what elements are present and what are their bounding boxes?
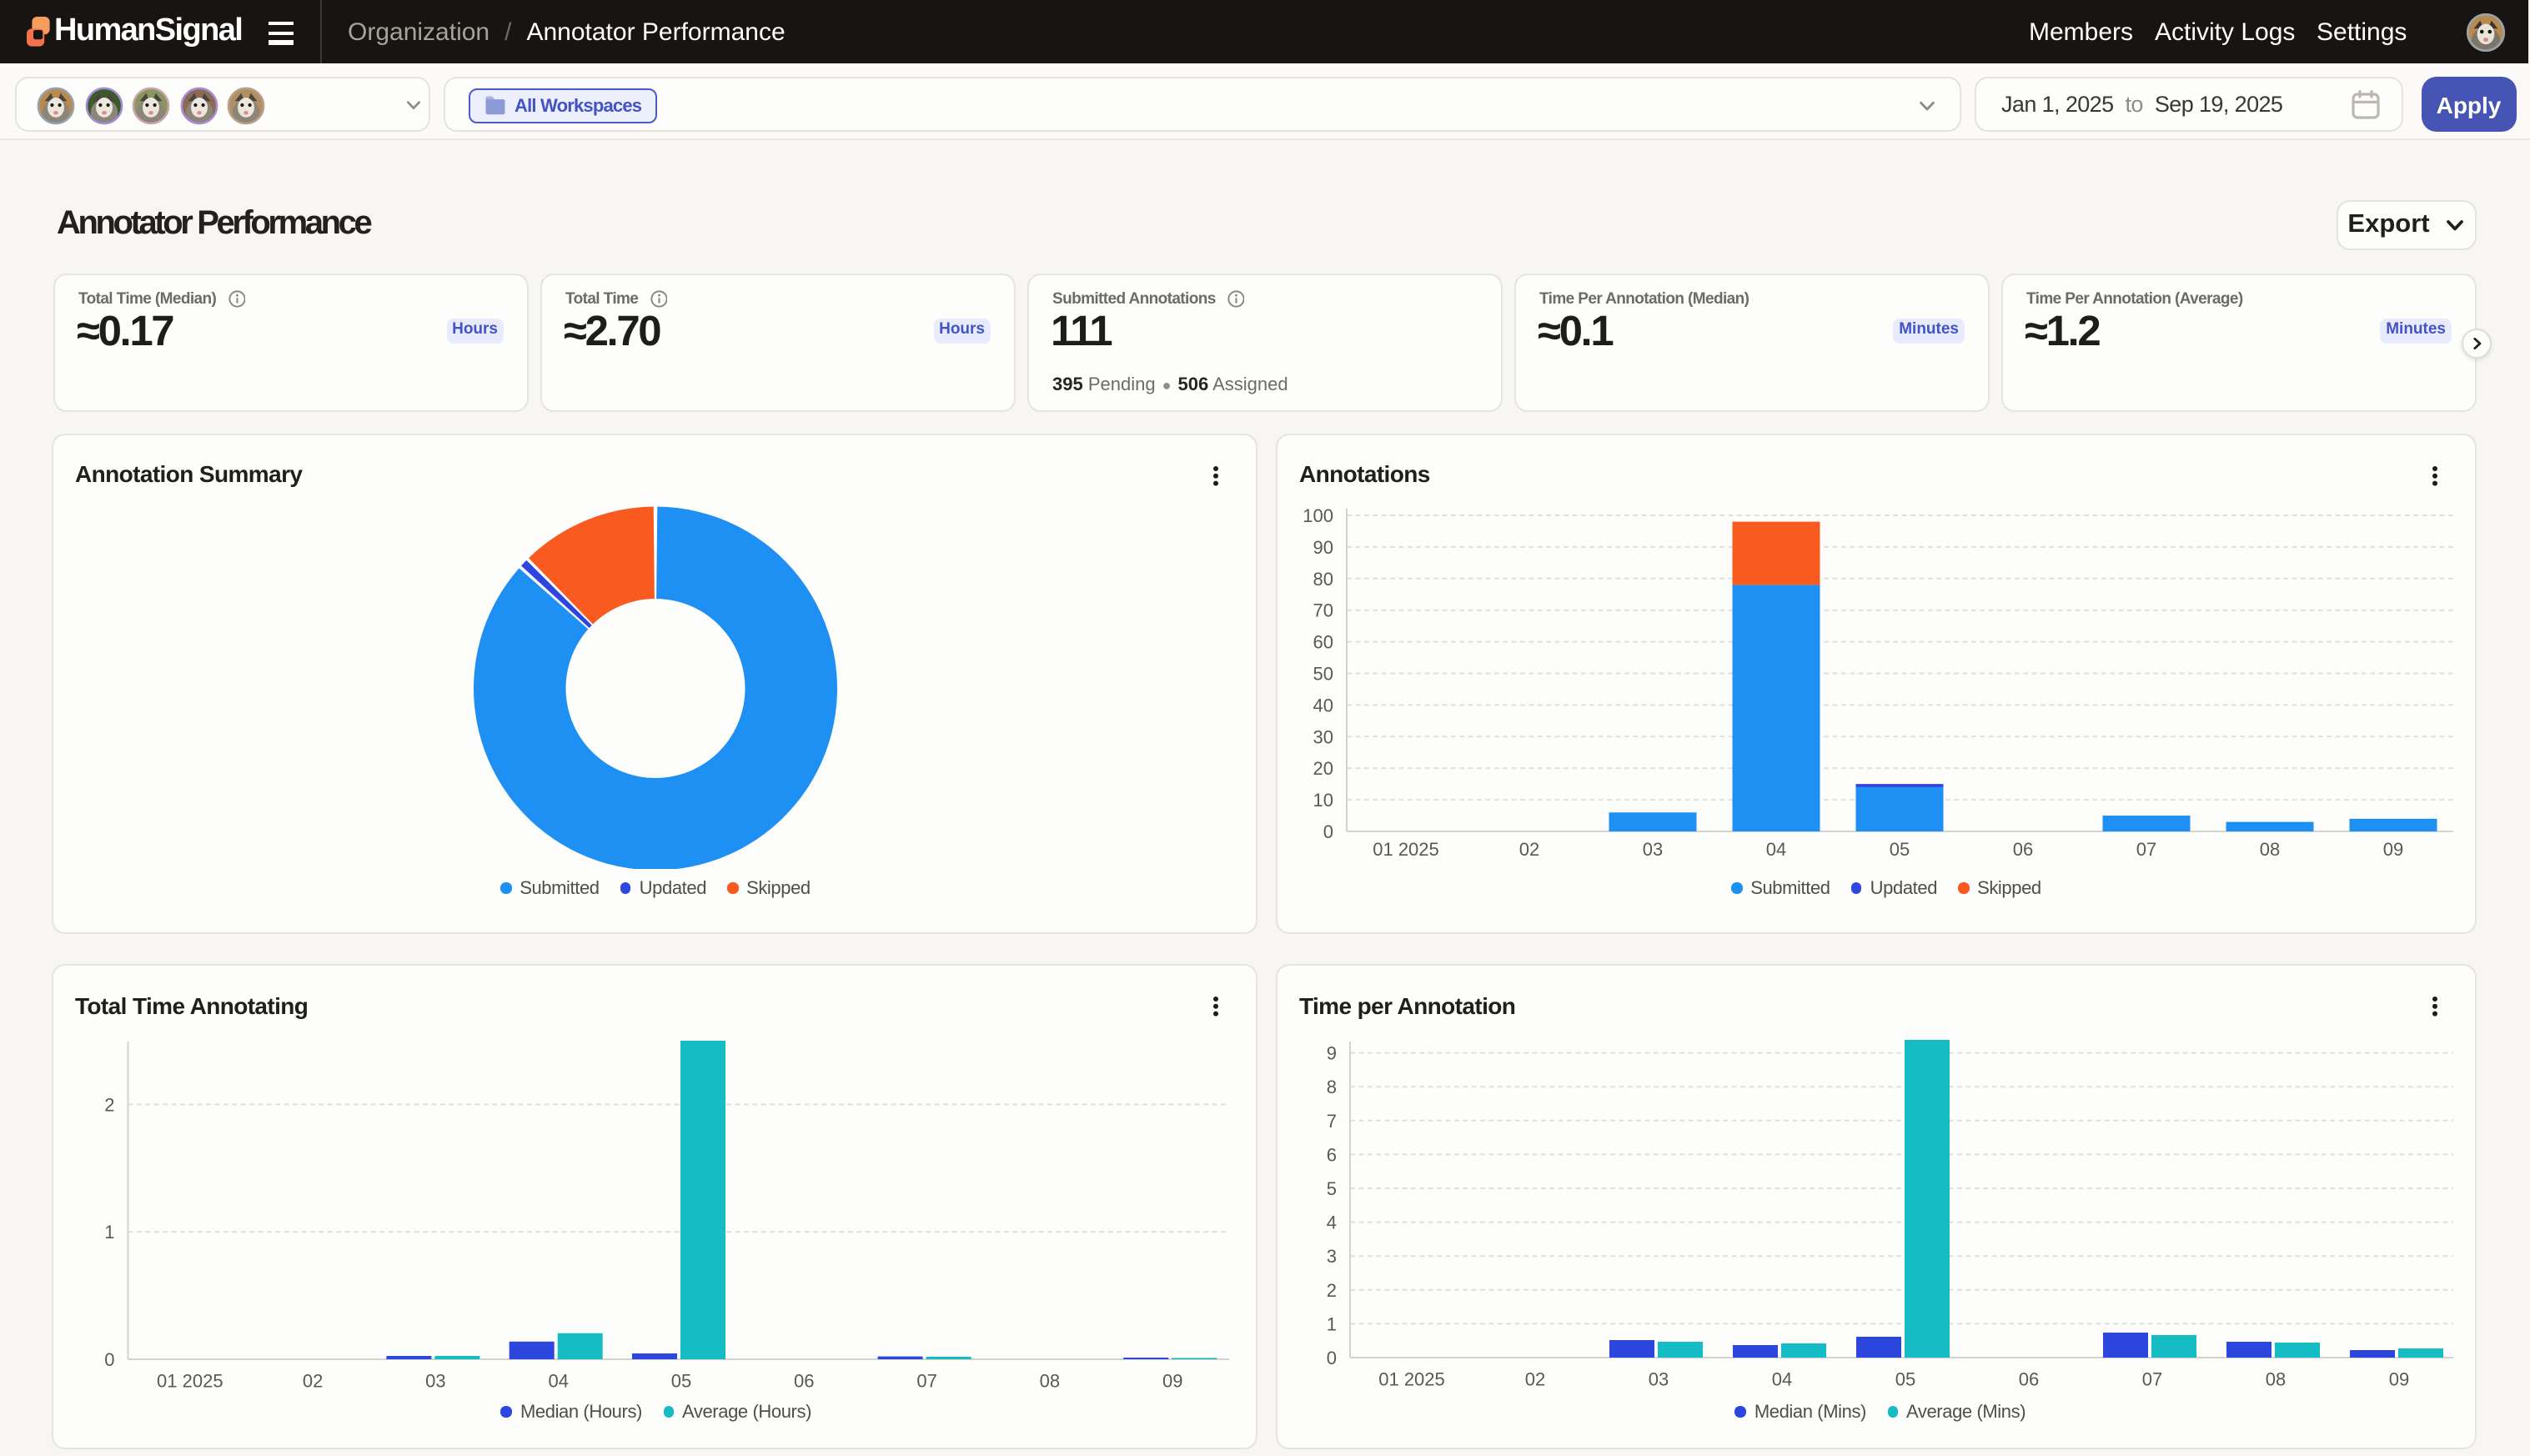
svg-text:4: 4 <box>1327 1212 1337 1233</box>
svg-text:7: 7 <box>1327 1111 1337 1132</box>
svg-text:20: 20 <box>1313 757 1333 778</box>
svg-text:1: 1 <box>1327 1313 1337 1334</box>
svg-text:07: 07 <box>916 1371 936 1392</box>
svg-text:80: 80 <box>1313 568 1333 589</box>
svg-text:6: 6 <box>1327 1144 1337 1165</box>
svg-text:0: 0 <box>104 1349 114 1370</box>
svg-text:04: 04 <box>1772 1369 1792 1390</box>
svg-text:03: 03 <box>1649 1369 1669 1390</box>
svg-text:02: 02 <box>1519 838 1539 859</box>
svg-text:40: 40 <box>1313 694 1333 715</box>
svg-text:02: 02 <box>1525 1369 1545 1390</box>
svg-text:90: 90 <box>1313 536 1333 557</box>
svg-text:0: 0 <box>1323 821 1333 841</box>
svg-text:06: 06 <box>794 1371 814 1392</box>
svg-text:06: 06 <box>2013 838 2033 859</box>
svg-text:05: 05 <box>671 1371 691 1392</box>
svg-text:10: 10 <box>1313 789 1333 810</box>
svg-text:100: 100 <box>1303 505 1333 525</box>
svg-text:08: 08 <box>2260 838 2280 859</box>
svg-text:09: 09 <box>2383 838 2403 859</box>
svg-text:2: 2 <box>1327 1280 1337 1301</box>
svg-text:08: 08 <box>2266 1369 2286 1390</box>
svg-text:01 2025: 01 2025 <box>157 1371 223 1392</box>
svg-text:09: 09 <box>1162 1371 1182 1392</box>
svg-text:70: 70 <box>1313 600 1333 620</box>
svg-text:04: 04 <box>1766 838 1786 859</box>
svg-text:02: 02 <box>303 1371 323 1392</box>
svg-text:03: 03 <box>425 1371 445 1392</box>
svg-text:60: 60 <box>1313 631 1333 652</box>
svg-text:07: 07 <box>2136 838 2156 859</box>
svg-text:07: 07 <box>2142 1369 2162 1390</box>
svg-text:06: 06 <box>2019 1369 2039 1390</box>
svg-text:50: 50 <box>1313 663 1333 684</box>
svg-text:08: 08 <box>1040 1371 1060 1392</box>
svg-text:30: 30 <box>1313 725 1333 746</box>
svg-text:5: 5 <box>1327 1178 1337 1199</box>
svg-text:04: 04 <box>548 1371 568 1392</box>
svg-text:3: 3 <box>1327 1246 1337 1267</box>
svg-text:0: 0 <box>1327 1348 1337 1368</box>
svg-text:09: 09 <box>2389 1369 2409 1390</box>
svg-text:01 2025: 01 2025 <box>1378 1369 1445 1390</box>
svg-text:01 2025: 01 2025 <box>1373 838 1439 859</box>
svg-text:8: 8 <box>1327 1077 1337 1097</box>
svg-text:03: 03 <box>1643 838 1663 859</box>
svg-text:05: 05 <box>1895 1369 1915 1390</box>
svg-text:2: 2 <box>104 1094 114 1115</box>
svg-text:1: 1 <box>104 1222 114 1243</box>
svg-text:05: 05 <box>1890 838 1910 859</box>
svg-text:9: 9 <box>1327 1043 1337 1064</box>
